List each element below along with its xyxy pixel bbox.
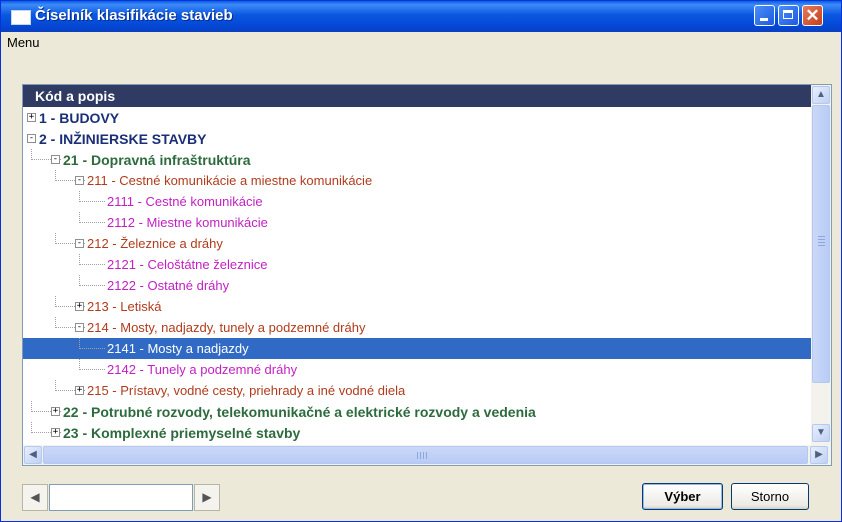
tree-row[interactable]: +22 - Potrubné rozvody, telekomunikačné … xyxy=(23,401,811,422)
tree-row[interactable]: 2141 - Mosty a nadjazdy xyxy=(23,338,811,359)
menu-item-menu[interactable]: Menu xyxy=(7,35,40,50)
tree-view[interactable]: Kód a popis +1 - BUDOVY -2 - INŽINIERSKE … xyxy=(22,84,832,466)
grip-line xyxy=(417,452,418,459)
expand-icon[interactable]: + xyxy=(27,113,36,122)
tree-row[interactable]: +213 - Letiská xyxy=(23,296,811,317)
tree-connector xyxy=(79,201,105,202)
tree-row[interactable]: -212 - Železnice a dráhy xyxy=(23,233,811,254)
menu-bar: Menu xyxy=(1,32,841,52)
grip-line xyxy=(818,236,825,237)
grip-line xyxy=(818,242,825,243)
expand-icon[interactable]: + xyxy=(51,428,60,437)
collapse-icon[interactable]: - xyxy=(75,323,84,332)
minimize-icon xyxy=(760,18,768,21)
minimize-button[interactable] xyxy=(754,5,775,26)
classification-window: Číselník klasifikácie stavieb ✕ Menu Kód… xyxy=(0,0,842,522)
collapse-icon[interactable]: - xyxy=(27,134,36,143)
expand-icon[interactable]: + xyxy=(75,386,84,395)
tree-row[interactable]: -2 - INŽINIERSKE STAVBY xyxy=(23,128,811,149)
tree-connector xyxy=(79,222,105,223)
vertical-scrollbar[interactable]: ▲ ▼ xyxy=(811,85,831,445)
tree-row-label: 211 - Cestné komunikácie a miestne komun… xyxy=(87,173,373,188)
scroll-right-button[interactable]: ▶ xyxy=(810,446,828,464)
tree-row[interactable]: -214 - Mosty, nadjazdy, tunely a podzemn… xyxy=(23,317,811,338)
navigator-input[interactable] xyxy=(49,484,193,511)
collapse-icon[interactable]: - xyxy=(51,155,60,164)
expand-icon[interactable]: + xyxy=(51,407,60,416)
tree-row[interactable]: -211 - Cestné komunikácie a miestne komu… xyxy=(23,170,811,191)
tree-row-label: 2142 - Tunely a podzemné dráhy xyxy=(107,362,298,377)
column-header-label: Kód a popis xyxy=(35,88,116,104)
close-button[interactable]: ✕ xyxy=(802,5,823,26)
scroll-down-button[interactable]: ▼ xyxy=(812,424,830,442)
tree-row-label: 1 - BUDOVY xyxy=(39,110,120,126)
select-button[interactable]: Výber xyxy=(642,483,723,510)
tree-row[interactable]: +23 - Komplexné priemyselné stavby xyxy=(23,422,811,443)
cancel-button[interactable]: Storno xyxy=(731,483,809,510)
tree-row[interactable]: 2142 - Tunely a podzemné dráhy xyxy=(23,359,811,380)
scroll-left-button[interactable]: ◀ xyxy=(24,446,42,464)
tree-row-label: 23 - Komplexné priemyselné stavby xyxy=(63,425,301,441)
tree-row-label: 214 - Mosty, nadjazdy, tunely a podzemné… xyxy=(87,320,366,335)
horizontal-scroll-thumb[interactable] xyxy=(43,446,808,464)
collapse-icon[interactable]: - xyxy=(75,239,84,248)
tree-row[interactable]: +1 - BUDOVY xyxy=(23,107,811,128)
collapse-icon[interactable]: - xyxy=(75,176,84,185)
tree-row[interactable]: 2112 - Miestne komunikácie xyxy=(23,212,811,233)
tree-row-label: 2122 - Ostatné dráhy xyxy=(107,278,230,293)
tree-connector xyxy=(79,285,105,286)
tree-row-label: 2121 - Celoštátne železnice xyxy=(107,257,268,272)
grip-line xyxy=(420,452,421,459)
tree-connector xyxy=(79,369,105,370)
vertical-scroll-thumb[interactable] xyxy=(812,105,830,383)
navigator-next-button[interactable]: ▶ xyxy=(194,484,220,511)
tree-row[interactable]: +215 - Prístavy, vodné cesty, priehrady … xyxy=(23,380,811,401)
tree-row-label: 2111 - Cestné komunikácie xyxy=(107,194,263,209)
maximize-button[interactable] xyxy=(778,5,799,26)
grip-line xyxy=(818,245,825,246)
close-icon: ✕ xyxy=(805,6,820,25)
title-bar[interactable]: Číselník klasifikácie stavieb ✕ xyxy=(1,1,841,32)
tree-connector xyxy=(79,264,105,265)
tree-row[interactable]: 2111 - Cestné komunikácie xyxy=(23,191,811,212)
maximize-icon xyxy=(783,10,793,19)
window-title: Číselník klasifikácie stavieb xyxy=(35,7,233,24)
grip-line xyxy=(423,452,424,459)
tree-row-label: 215 - Prístavy, vodné cesty, priehrady a… xyxy=(87,383,406,398)
tree-row-label: 2141 - Mosty a nadjazdy xyxy=(107,341,249,356)
tree-row[interactable]: 2122 - Ostatné dráhy xyxy=(23,275,811,296)
scroll-up-button[interactable]: ▲ xyxy=(812,86,830,104)
tree-row-label: 2112 - Miestne komunikácie xyxy=(107,215,268,230)
app-icon xyxy=(11,10,31,25)
grip-line xyxy=(818,239,825,240)
tree-row-label: 21 - Dopravná infraštruktúra xyxy=(63,152,251,168)
column-header[interactable]: Kód a popis xyxy=(23,85,811,107)
tree-row-label: 22 - Potrubné rozvody, telekomunikačné a… xyxy=(63,404,536,420)
grip-line xyxy=(426,452,427,459)
tree-connector xyxy=(79,348,105,349)
tree-row-label: 213 - Letiská xyxy=(87,299,162,314)
horizontal-scrollbar[interactable]: ◀ ▶ xyxy=(23,445,831,465)
navigator-prev-button[interactable]: ◀ xyxy=(22,484,48,511)
tree-row-label: 212 - Železnice a dráhy xyxy=(87,236,223,251)
tree-row-label: 2 - INŽINIERSKE STAVBY xyxy=(39,131,207,147)
tree-row[interactable]: -21 - Dopravná infraštruktúra xyxy=(23,149,811,170)
expand-icon[interactable]: + xyxy=(75,302,84,311)
tree-row[interactable]: 2121 - Celoštátne železnice xyxy=(23,254,811,275)
